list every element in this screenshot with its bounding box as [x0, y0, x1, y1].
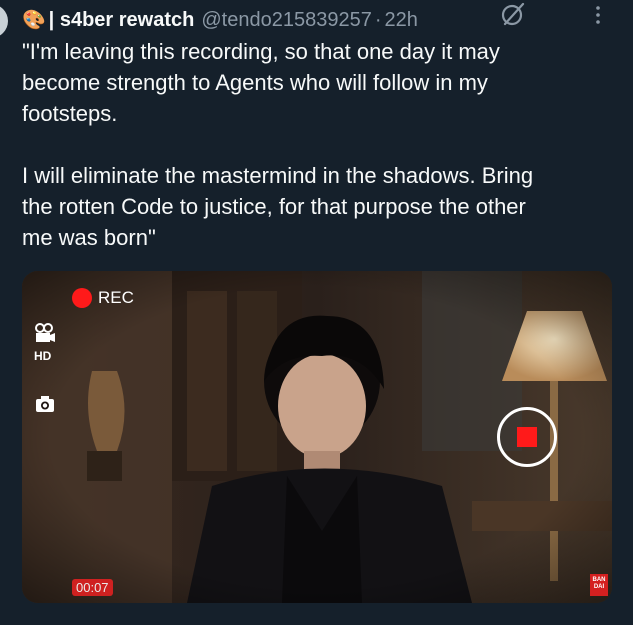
name-separator: |	[48, 8, 55, 31]
rec-label: REC	[98, 288, 134, 307]
text-line: I will eliminate the mastermind in the s…	[22, 163, 534, 188]
more-icon[interactable]	[590, 4, 606, 26]
stop-square-icon	[517, 427, 537, 447]
display-name-text: s4ber rewatch	[59, 8, 195, 31]
palette-emoji: 🎨	[22, 10, 46, 31]
display-name[interactable]: | s4ber rewatch	[49, 9, 195, 32]
timestamp[interactable]: 22h	[385, 9, 418, 32]
bandai-logo: BAN DAI	[590, 574, 608, 596]
tweet-text: "I'm leaving this recording, so that one…	[22, 36, 602, 253]
user-handle[interactable]: @tendo215839257	[201, 9, 371, 32]
rec-dot	[72, 288, 92, 308]
grok-icon[interactable]	[500, 1, 526, 27]
rec-indicator: REC	[72, 288, 134, 308]
hd-label: HD	[34, 349, 52, 363]
video-camera-icon	[35, 323, 55, 342]
tweet-media-image[interactable]: REC HD 00:07 BAN DAI	[22, 271, 612, 603]
separator-dot: ·	[374, 8, 382, 31]
text-line: the rotten Code to justice, for that pur…	[22, 194, 526, 219]
text-line: footsteps.	[22, 101, 118, 126]
text-line: me was born"	[22, 225, 156, 250]
text-line: "I'm leaving this recording, so that one…	[22, 39, 500, 64]
record-stop-button[interactable]	[497, 407, 557, 467]
tweet-header: 🎨 | s4ber rewatch @tendo215839257 · 22h	[22, 6, 623, 34]
avatar[interactable]	[0, 4, 8, 38]
photo-camera-icon	[36, 396, 54, 412]
recording-timer: 00:07	[72, 579, 113, 596]
text-line: become strength to Agents who will follo…	[22, 70, 488, 95]
